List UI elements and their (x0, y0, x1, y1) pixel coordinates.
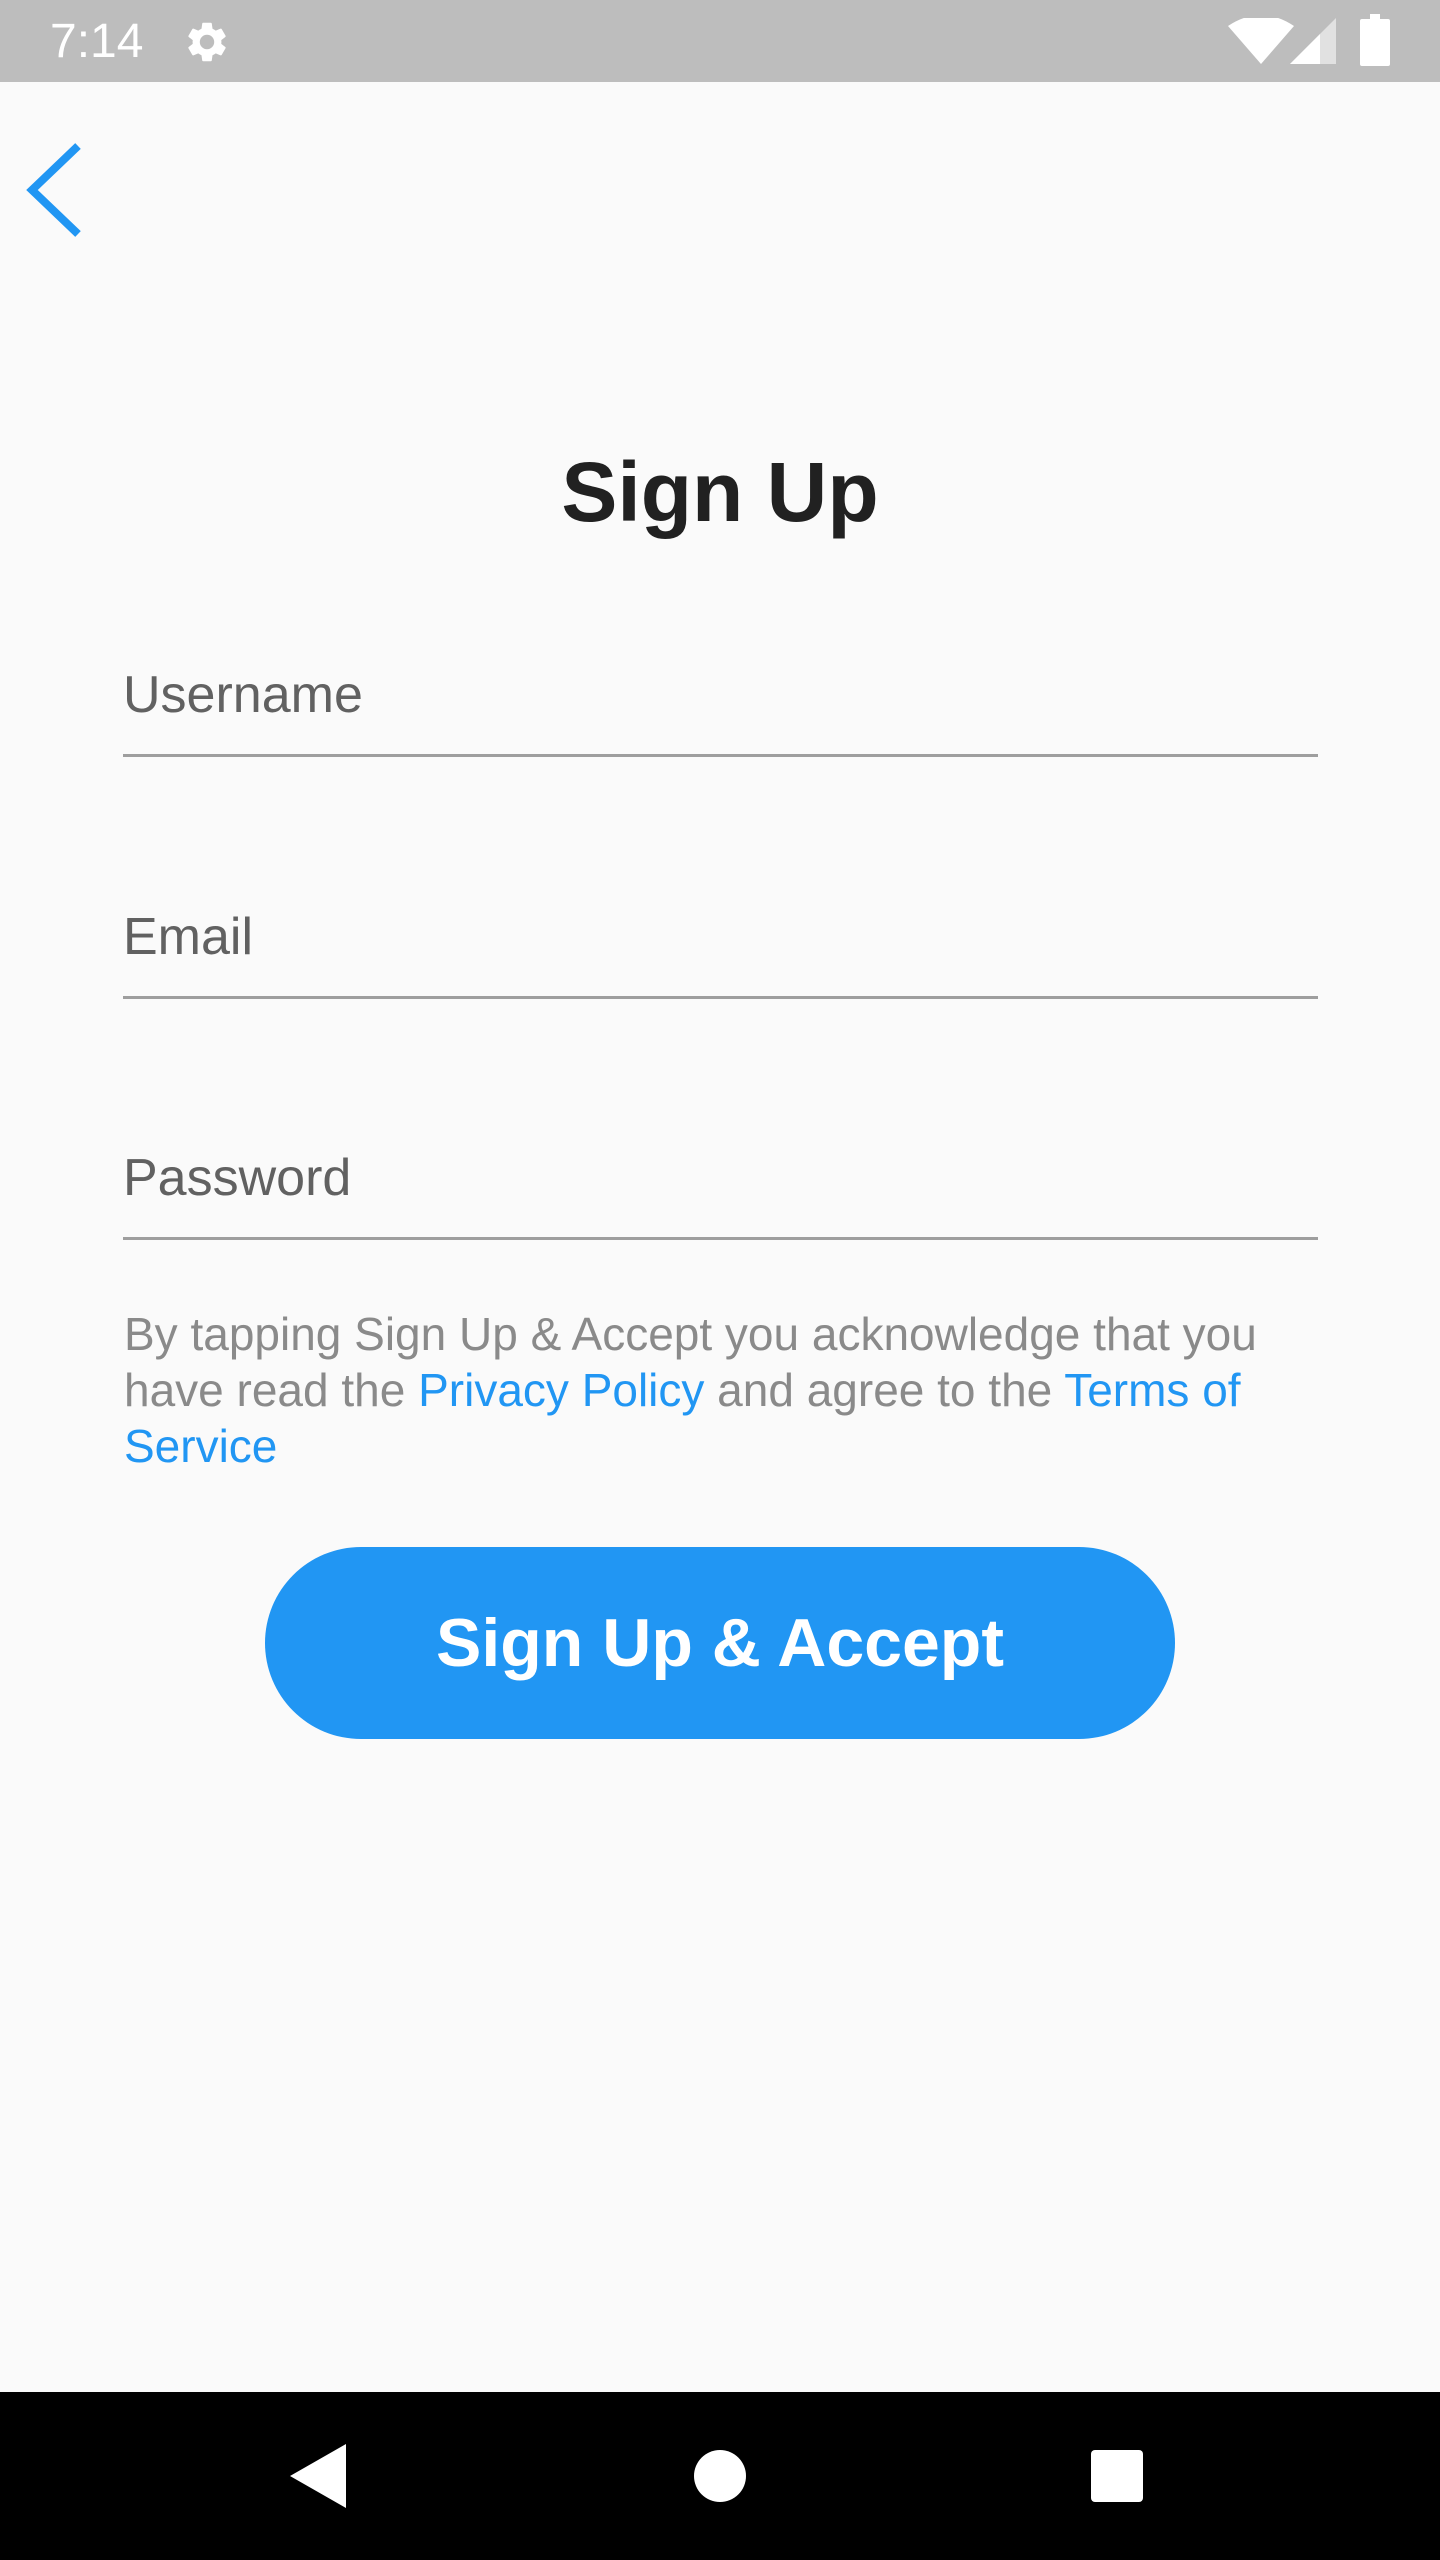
back-button[interactable] (20, 140, 92, 240)
nav-home-icon[interactable] (694, 2450, 746, 2502)
email-field[interactable] (123, 879, 1318, 999)
username-underline (123, 754, 1318, 757)
nav-back-icon[interactable] (290, 2444, 346, 2508)
page-title: Sign Up (561, 445, 879, 539)
username-input[interactable] (123, 637, 1318, 753)
password-input[interactable] (123, 1120, 1318, 1236)
privacy-policy-link[interactable]: Privacy Policy (418, 1364, 704, 1416)
settings-icon (188, 22, 226, 62)
password-underline (123, 1237, 1318, 1240)
navigation-bar (0, 2392, 1440, 2560)
password-field[interactable] (123, 1120, 1318, 1240)
email-input[interactable] (123, 879, 1318, 995)
legal-text-middle: and agree to the (704, 1364, 1065, 1416)
sign-up-accept-button[interactable]: Sign Up & Accept (265, 1547, 1175, 1739)
status-bar: 7:14 (0, 0, 1440, 82)
wifi-icon (1228, 18, 1294, 64)
username-field[interactable] (123, 637, 1318, 757)
nav-recents-icon[interactable] (1091, 2450, 1143, 2502)
battery-icon (1360, 14, 1390, 66)
signal-icon (1290, 18, 1336, 64)
email-underline (123, 996, 1318, 999)
status-time: 7:14 (50, 15, 144, 68)
chevron-left-icon (26, 143, 81, 237)
legal-notice: By tapping Sign Up & Accept you acknowle… (124, 1306, 1284, 1474)
